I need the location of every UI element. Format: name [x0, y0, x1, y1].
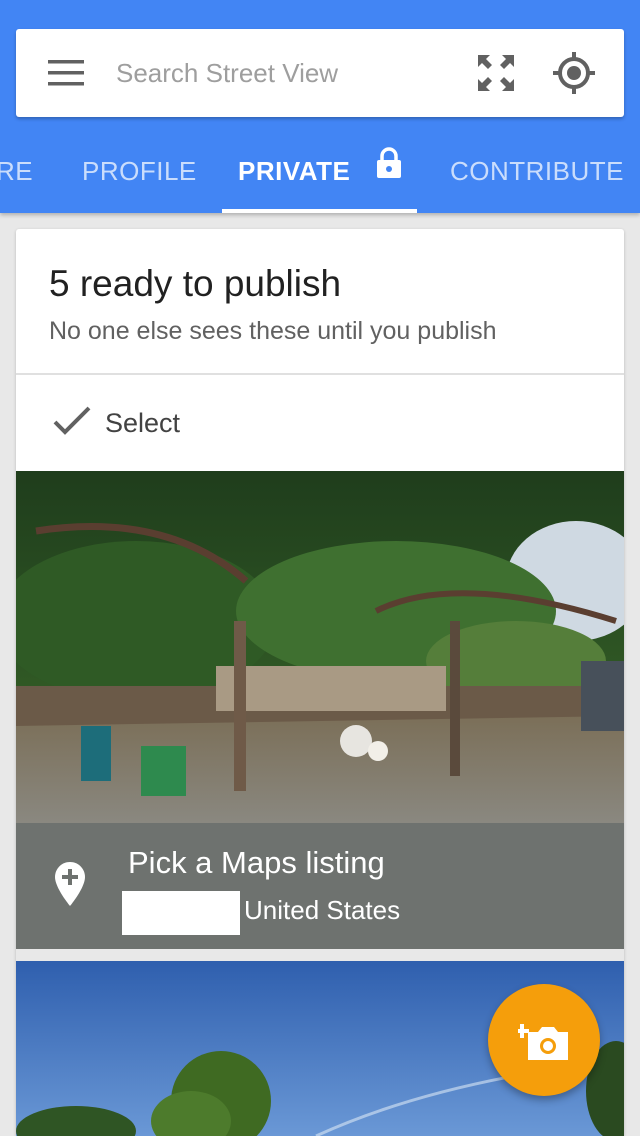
- lock-icon: [376, 134, 402, 206]
- app-header: RE PROFILE PRIVATE CONTRIBUTE: [0, 0, 640, 213]
- add-location-icon: [54, 861, 86, 912]
- tab-label: CONTRIBUTE: [450, 156, 624, 186]
- select-button[interactable]: Select: [16, 375, 624, 471]
- card-separator: [16, 949, 624, 961]
- tab-label: PRIVATE: [238, 156, 351, 186]
- panorama-photo-garden[interactable]: [16, 471, 624, 823]
- tab-label: PROFILE: [82, 156, 197, 186]
- search-input[interactable]: [116, 51, 436, 95]
- card-subtitle: No one else sees these until you publish: [49, 317, 497, 345]
- check-icon: [52, 405, 92, 442]
- card-title: 5 ready to publish: [49, 263, 342, 304]
- tab-private[interactable]: PRIVATE: [238, 135, 402, 213]
- select-label: Select: [105, 408, 181, 438]
- my-location-icon[interactable]: [552, 51, 596, 95]
- fullscreen-icon[interactable]: [474, 51, 518, 95]
- add-photo-button[interactable]: [488, 984, 600, 1096]
- search-bar: [16, 29, 624, 117]
- menu-icon[interactable]: [46, 55, 86, 91]
- tab-explore[interactable]: RE: [0, 135, 33, 213]
- tab-bar: RE PROFILE PRIVATE CONTRIBUTE: [0, 135, 640, 213]
- tab-label: RE: [0, 156, 34, 186]
- redacted-address: [122, 891, 240, 935]
- pick-listing-button[interactable]: Pick a Maps listing United States: [16, 823, 624, 949]
- active-tab-indicator: [222, 209, 417, 213]
- add-photo-icon: [518, 1024, 568, 1060]
- listing-country: United States: [244, 895, 401, 925]
- tab-contribute[interactable]: CONTRIBUTE: [450, 135, 624, 213]
- listing-title: Pick a Maps listing: [128, 845, 385, 880]
- tab-profile[interactable]: PROFILE: [82, 135, 197, 213]
